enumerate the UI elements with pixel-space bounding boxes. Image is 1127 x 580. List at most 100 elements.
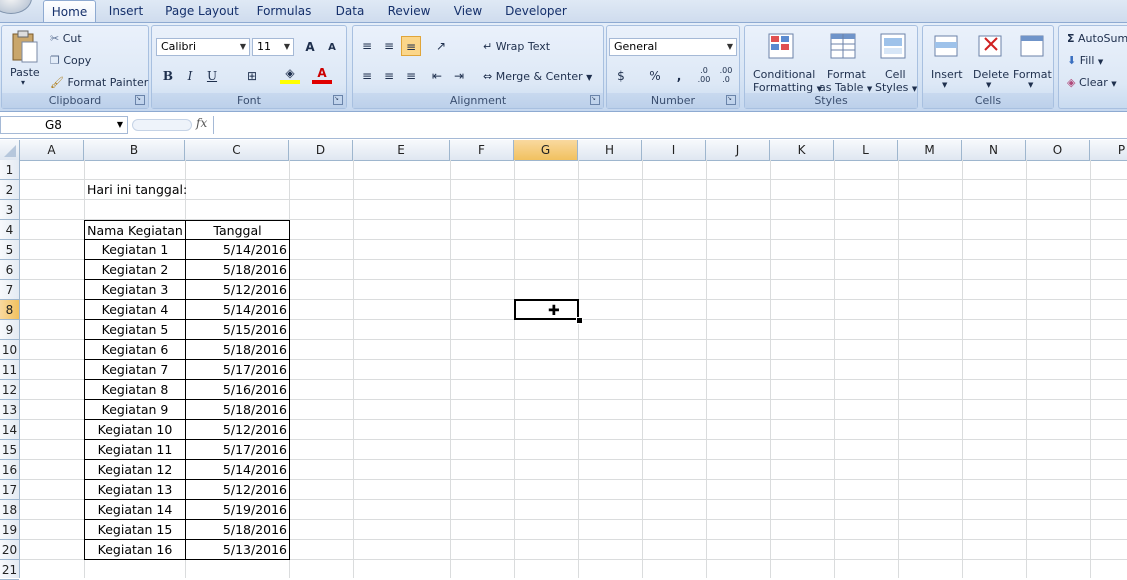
- shrink-font-icon[interactable]: A: [322, 38, 342, 58]
- row-header-20[interactable]: 20: [0, 540, 19, 560]
- table-cell-tanggal[interactable]: 5/15/2016: [185, 320, 290, 340]
- row-header-7[interactable]: 7: [0, 280, 19, 300]
- table-cell-nama[interactable]: Kegiatan 5: [84, 320, 186, 340]
- row-header-17[interactable]: 17: [0, 480, 19, 500]
- orientation-icon[interactable]: ↗: [431, 36, 451, 56]
- table-cell-tanggal[interactable]: 5/12/2016: [185, 280, 290, 300]
- percent-button[interactable]: %: [645, 66, 665, 86]
- align-middle-icon[interactable]: ≡: [379, 36, 399, 56]
- font-size-combo[interactable]: 11 ▼: [252, 38, 294, 56]
- column-header-i[interactable]: I: [642, 140, 706, 160]
- column-header-d[interactable]: D: [289, 140, 353, 160]
- align-center-icon[interactable]: ≡: [379, 66, 399, 86]
- row-header-4[interactable]: 4: [0, 220, 19, 240]
- table-cell-tanggal[interactable]: 5/14/2016: [185, 460, 290, 480]
- office-button[interactable]: [0, 0, 32, 14]
- table-cell-tanggal[interactable]: 5/14/2016: [185, 240, 290, 260]
- format-cells-button[interactable]: Format ▼: [1011, 28, 1053, 92]
- table-cell-tanggal[interactable]: 5/19/2016: [185, 500, 290, 520]
- tab-home[interactable]: Home: [43, 0, 96, 22]
- name-box[interactable]: G8 ▼: [0, 116, 128, 134]
- table-cell-nama[interactable]: Kegiatan 3: [84, 280, 186, 300]
- font-name-combo[interactable]: Calibri ▼: [156, 38, 250, 56]
- column-header-o[interactable]: O: [1026, 140, 1090, 160]
- borders-icon[interactable]: ⊞: [242, 66, 262, 86]
- table-cell-tanggal[interactable]: 5/12/2016: [185, 420, 290, 440]
- align-right-icon[interactable]: ≡: [401, 66, 421, 86]
- table-cell-tanggal[interactable]: 5/18/2016: [185, 260, 290, 280]
- increase-decimal-button[interactable]: .0 .00: [693, 66, 715, 86]
- table-cell-nama[interactable]: Kegiatan 7: [84, 360, 186, 380]
- table-cell-nama[interactable]: Kegiatan 13: [84, 480, 186, 500]
- column-header-g[interactable]: G: [514, 140, 578, 160]
- font-color-icon[interactable]: A: [312, 66, 332, 86]
- bold-button[interactable]: B: [158, 66, 178, 86]
- table-cell-nama[interactable]: Kegiatan 14: [84, 500, 186, 520]
- table-cell-nama[interactable]: Kegiatan 1: [84, 240, 186, 260]
- column-header-k[interactable]: K: [770, 140, 834, 160]
- dialog-launcher-icon[interactable]: ↘: [333, 95, 343, 105]
- tab-insert[interactable]: Insert: [104, 0, 148, 22]
- table-cell-nama[interactable]: Kegiatan 12: [84, 460, 186, 480]
- tab-view[interactable]: View: [450, 0, 486, 22]
- column-header-e[interactable]: E: [353, 140, 450, 160]
- tab-page-layout[interactable]: Page Layout: [164, 0, 240, 22]
- table-cell-nama[interactable]: Kegiatan 15: [84, 520, 186, 540]
- row-header-13[interactable]: 13: [0, 400, 19, 420]
- column-header-p[interactable]: P: [1090, 140, 1127, 160]
- table-cell-tanggal[interactable]: 5/16/2016: [185, 380, 290, 400]
- number-format-combo[interactable]: General ▼: [609, 38, 737, 56]
- row-header-19[interactable]: 19: [0, 520, 19, 540]
- table-cell-tanggal[interactable]: 5/18/2016: [185, 520, 290, 540]
- row-header-16[interactable]: 16: [0, 460, 19, 480]
- column-header-m[interactable]: M: [898, 140, 962, 160]
- row-header-21[interactable]: 21: [0, 560, 19, 580]
- row-header-9[interactable]: 9: [0, 320, 19, 340]
- row-header-1[interactable]: 1: [0, 160, 19, 180]
- table-cell-tanggal[interactable]: 5/14/2016: [185, 300, 290, 320]
- cell-styles-button[interactable]: Cell Styles ▼: [873, 28, 917, 94]
- formula-input[interactable]: [213, 116, 1127, 134]
- dialog-launcher-icon[interactable]: ↘: [590, 95, 600, 105]
- delete-cells-button[interactable]: Delete ▼: [969, 28, 1011, 92]
- table-cell-tanggal[interactable]: 5/18/2016: [185, 340, 290, 360]
- table-cell-nama[interactable]: Kegiatan 16: [84, 540, 186, 560]
- row-header-15[interactable]: 15: [0, 440, 19, 460]
- underline-button[interactable]: U: [202, 66, 222, 86]
- paste-button[interactable]: Paste ▾: [6, 28, 44, 90]
- row-header-10[interactable]: 10: [0, 340, 19, 360]
- increase-indent-icon[interactable]: ⇥: [449, 66, 469, 86]
- insert-function-icon[interactable]: fx: [196, 116, 207, 130]
- fill-button[interactable]: ⬇ Fill ▼: [1067, 54, 1103, 67]
- tab-formulas[interactable]: Formulas: [254, 0, 314, 22]
- column-header-h[interactable]: H: [578, 140, 642, 160]
- column-header-n[interactable]: N: [962, 140, 1026, 160]
- autosum-button[interactable]: Σ AutoSum: [1067, 32, 1127, 45]
- conditional-formatting-button[interactable]: Conditional Formatting ▼: [747, 28, 822, 94]
- tab-review[interactable]: Review: [384, 0, 434, 22]
- row-header-6[interactable]: 6: [0, 260, 19, 280]
- grow-font-icon[interactable]: A: [300, 37, 320, 57]
- table-cell-nama[interactable]: Kegiatan 10: [84, 420, 186, 440]
- cell-b2[interactable]: Hari ini tanggal:: [87, 180, 187, 200]
- cut-button[interactable]: ✂ Cut: [50, 32, 82, 45]
- insert-cells-button[interactable]: Insert ▼: [925, 28, 967, 92]
- column-header-j[interactable]: J: [706, 140, 770, 160]
- table-cell-nama[interactable]: Kegiatan 8: [84, 380, 186, 400]
- select-all-button[interactable]: [0, 140, 20, 160]
- dialog-launcher-icon[interactable]: ↘: [135, 95, 145, 105]
- table-cell-tanggal[interactable]: 5/17/2016: [185, 360, 290, 380]
- column-header-l[interactable]: L: [834, 140, 898, 160]
- row-header-2[interactable]: 2: [0, 180, 19, 200]
- decrease-indent-icon[interactable]: ⇤: [427, 66, 447, 86]
- table-cell-tanggal[interactable]: 5/18/2016: [185, 400, 290, 420]
- column-header-c[interactable]: C: [185, 140, 289, 160]
- table-cell-tanggal[interactable]: 5/12/2016: [185, 480, 290, 500]
- table-header-tanggal[interactable]: Tanggal: [185, 220, 290, 240]
- row-header-5[interactable]: 5: [0, 240, 19, 260]
- row-header-8[interactable]: 8: [0, 300, 19, 320]
- copy-button[interactable]: ❐ Copy: [50, 54, 91, 67]
- tab-developer[interactable]: Developer: [504, 0, 568, 22]
- table-cell-nama[interactable]: Kegiatan 6: [84, 340, 186, 360]
- row-header-12[interactable]: 12: [0, 380, 19, 400]
